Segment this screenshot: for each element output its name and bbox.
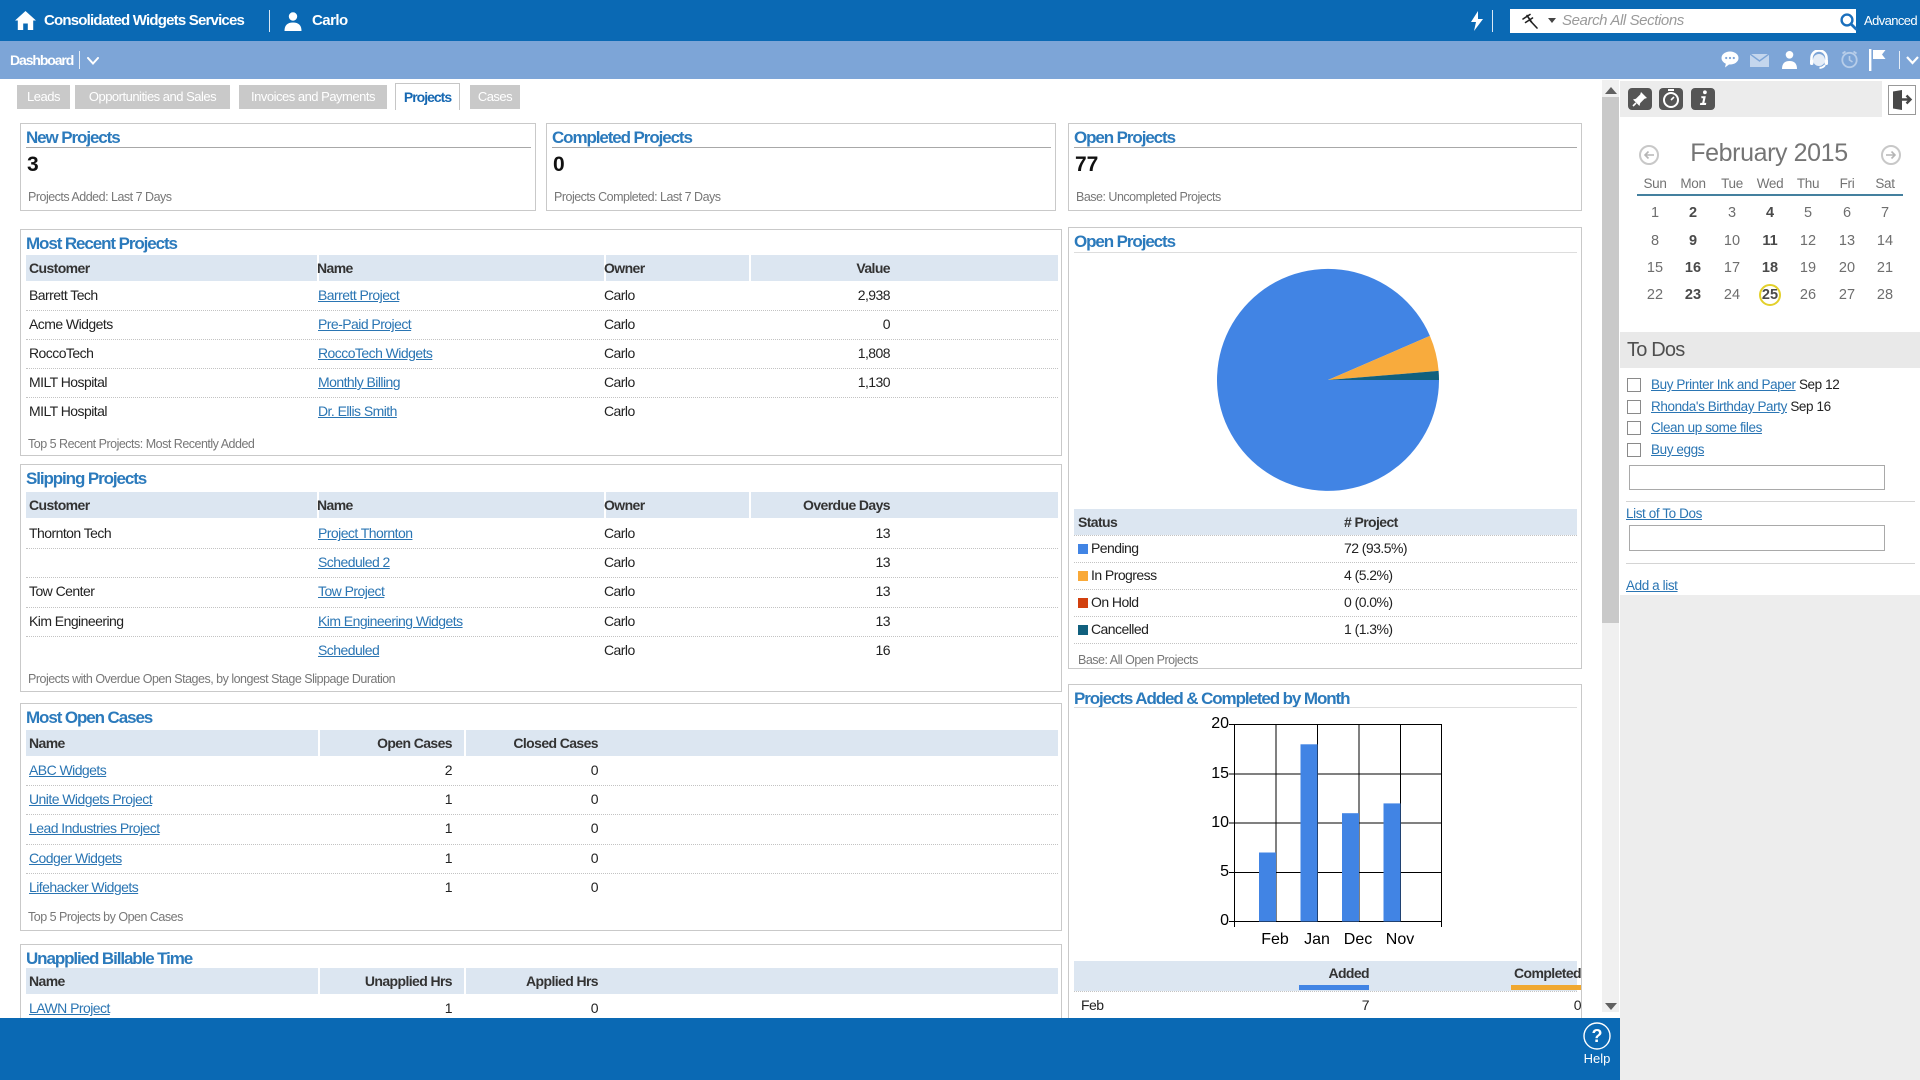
- svg-text:?: ?: [1592, 1026, 1603, 1046]
